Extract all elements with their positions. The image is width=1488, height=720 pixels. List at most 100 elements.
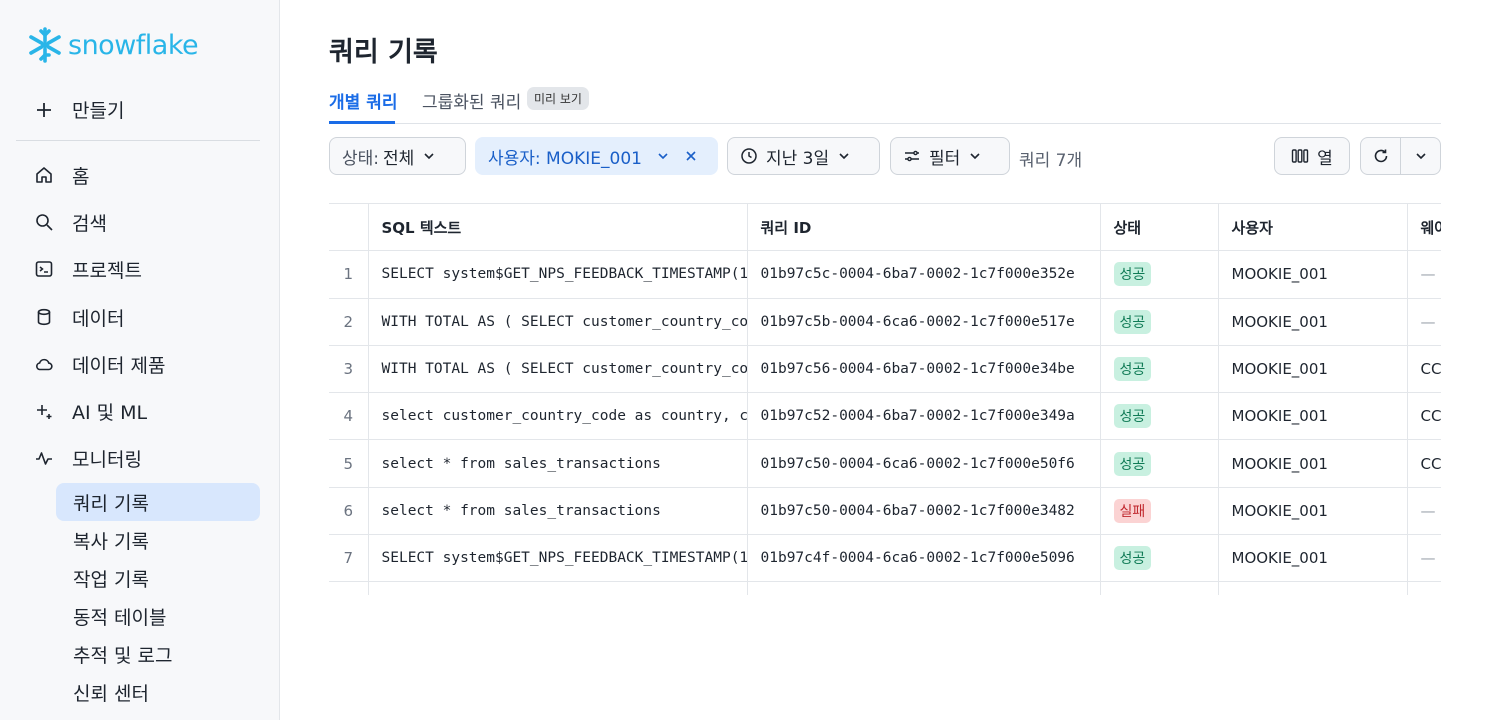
status-badge: 성공 [1113, 357, 1152, 382]
time-range-dropdown[interactable]: 지난 3일 [727, 137, 880, 175]
empty-cell [747, 581, 1101, 595]
warehouse-cell: CC [1407, 439, 1441, 488]
cloud-icon [36, 358, 53, 371]
user-cell: MOOKIE_001 [1218, 534, 1408, 583]
row-number: 4 [329, 392, 369, 441]
sliders-icon [905, 150, 919, 162]
sidebar-item-label: 데이터 제품 [72, 354, 166, 377]
sidebar-subitem-copy-history[interactable]: 복사 기록 [56, 521, 260, 559]
column-header-status[interactable]: 상태 [1100, 203, 1219, 252]
table-row[interactable]: 3 WITH TOTAL AS ( SELECT customer_countr… [329, 345, 1441, 394]
sql-text-cell: WITH TOTAL AS ( SELECT customer_country_… [368, 345, 748, 394]
empty-cell [1407, 581, 1441, 595]
sql-text-cell: select * from sales_transactions [368, 487, 748, 536]
status-badge: 성공 [1113, 309, 1152, 334]
page-title: 쿼리 기록 [329, 37, 438, 68]
sidebar-item-data-products[interactable]: 데이터 제품 [34, 349, 165, 379]
refresh-button[interactable] [1361, 138, 1400, 174]
status-badge: 성공 [1113, 451, 1152, 476]
search-icon [36, 214, 53, 231]
sidebar-item-search[interactable]: 검색 [34, 207, 107, 237]
chevron-down-icon [1415, 153, 1426, 160]
status-filter-dropdown[interactable]: 상태: 전체 [329, 137, 466, 175]
query-id-cell: 01b97c5c-0004-6ba7-0002-1c7f000e352e [747, 250, 1101, 299]
sidebar-item-home[interactable]: 홈 [34, 160, 89, 190]
columns-button[interactable]: 열 [1274, 137, 1350, 175]
sparkle-icon [37, 405, 52, 419]
sql-text-cell: SELECT system$GET_NPS_FEEDBACK_TIMESTAMP… [368, 534, 748, 583]
row-number: 7 [329, 534, 369, 583]
table-row[interactable]: 6 select * from sales_transactions 01b97… [329, 487, 1441, 536]
row-number: 5 [329, 439, 369, 488]
activity-icon [36, 452, 52, 465]
sidebar-subitem-task-history[interactable]: 작업 기록 [56, 559, 260, 597]
terminal-icon [35, 261, 53, 277]
create-button[interactable]: 만들기 [34, 96, 124, 123]
chevron-down-icon [970, 153, 980, 160]
sidebar: snowflake 만들기 홈 검색 프로젝트 데이터 데이터 제품 AI 및 … [0, 0, 280, 720]
plus-icon [37, 102, 51, 117]
sidebar-item-label: 검색 [72, 212, 107, 235]
status-badge: 실패 [1113, 498, 1152, 523]
sidebar-subitem-trust-center[interactable]: 신뢰 센터 [56, 673, 260, 711]
user-cell: MOOKIE_001 [1218, 487, 1408, 536]
columns-label: 열 [1317, 148, 1333, 169]
chevron-down-icon [839, 153, 849, 160]
row-number: 1 [329, 250, 369, 299]
query-id-cell: 01b97c50-0004-6ca6-0002-1c7f000e50f6 [747, 439, 1101, 488]
table-row[interactable]: 7 SELECT system$GET_NPS_FEEDBACK_TIMESTA… [329, 534, 1441, 583]
sidebar-subitem-traces-logs[interactable]: 추적 및 로그 [56, 635, 260, 673]
table-row[interactable]: 1 SELECT system$GET_NPS_FEEDBACK_TIMESTA… [329, 250, 1441, 299]
sidebar-item-ai-ml[interactable]: AI 및 ML [34, 396, 147, 426]
columns-icon [1291, 149, 1309, 163]
chevron-down-icon [424, 153, 434, 160]
sql-text-cell: WITH TOTAL AS ( SELECT customer_country_… [368, 298, 748, 346]
status-cell: 성공 [1100, 534, 1219, 583]
tab-individual-queries[interactable]: 개별 쿼리 [329, 88, 397, 113]
query-id-cell: 01b97c5b-0004-6ca6-0002-1c7f000e517e [747, 298, 1101, 346]
tab-grouped-queries[interactable]: 그룹화된 쿼리 [422, 88, 521, 113]
status-cell: 성공 [1100, 345, 1219, 394]
query-history-table: SQL 텍스트 쿼리 ID 상태 사용자 웨어 1 SELECT system$… [329, 203, 1441, 595]
filter-dropdown[interactable]: 필터 [890, 137, 1010, 175]
refresh-button-group [1360, 137, 1441, 175]
status-cell: 성공 [1100, 392, 1219, 441]
column-header-user[interactable]: 사용자 [1218, 203, 1408, 252]
row-number: 6 [329, 487, 369, 536]
snowflake-logo[interactable]: snowflake [26, 26, 199, 64]
sidebar-subitem-dynamic-tables[interactable]: 동적 테이블 [56, 597, 260, 635]
column-header-warehouse[interactable]: 웨어 [1407, 203, 1441, 252]
status-badge: 성공 [1113, 262, 1152, 287]
table-row[interactable]: 4 select customer_country_code as countr… [329, 392, 1441, 441]
status-cell: 성공 [1100, 250, 1219, 299]
active-tab-indicator [329, 121, 395, 124]
sql-text-cell: SELECT system$GET_NPS_FEEDBACK_TIMESTAMP… [368, 250, 748, 299]
user-cell: MOOKIE_001 [1218, 298, 1408, 346]
snowflake-logo-icon [29, 27, 61, 63]
user-filter-label: 사용자: MOKIE_001 [488, 148, 642, 169]
column-header-sql-text[interactable]: SQL 텍스트 [368, 203, 748, 252]
user-cell: MOOKIE_001 [1218, 392, 1408, 441]
table-row[interactable]: 2 WITH TOTAL AS ( SELECT customer_countr… [329, 298, 1441, 346]
database-icon [37, 308, 51, 326]
sidebar-item-monitoring[interactable]: 모니터링 [34, 443, 142, 473]
refresh-options-button[interactable] [1400, 138, 1440, 174]
table-row[interactable]: 5 select * from sales_transactions 01b97… [329, 439, 1441, 488]
close-icon[interactable] [684, 149, 698, 163]
row-number: 2 [329, 298, 369, 346]
preview-badge: 미리 보기 [527, 87, 589, 110]
tab-bar: 개별 쿼리 그룹화된 쿼리 미리 보기 [329, 86, 1441, 124]
sql-text-cell: select customer_country_code as country,… [368, 392, 748, 441]
row-number: 3 [329, 345, 369, 394]
sidebar-subitem-query-history[interactable]: 쿼리 기록 [56, 483, 260, 521]
column-header-query-id[interactable]: 쿼리 ID [747, 203, 1101, 252]
sidebar-item-projects[interactable]: 프로젝트 [34, 254, 142, 284]
user-filter-chip[interactable]: 사용자: MOKIE_001 [475, 137, 718, 175]
sidebar-item-data[interactable]: 데이터 [34, 302, 124, 332]
empty-cell [368, 581, 748, 595]
brand-name: snowflake [68, 29, 199, 61]
status-badge: 성공 [1113, 404, 1152, 429]
warehouse-cell: — [1407, 487, 1441, 536]
sidebar-item-label: 모니터링 [72, 448, 142, 471]
query-id-cell: 01b97c52-0004-6ba7-0002-1c7f000e349a [747, 392, 1101, 441]
